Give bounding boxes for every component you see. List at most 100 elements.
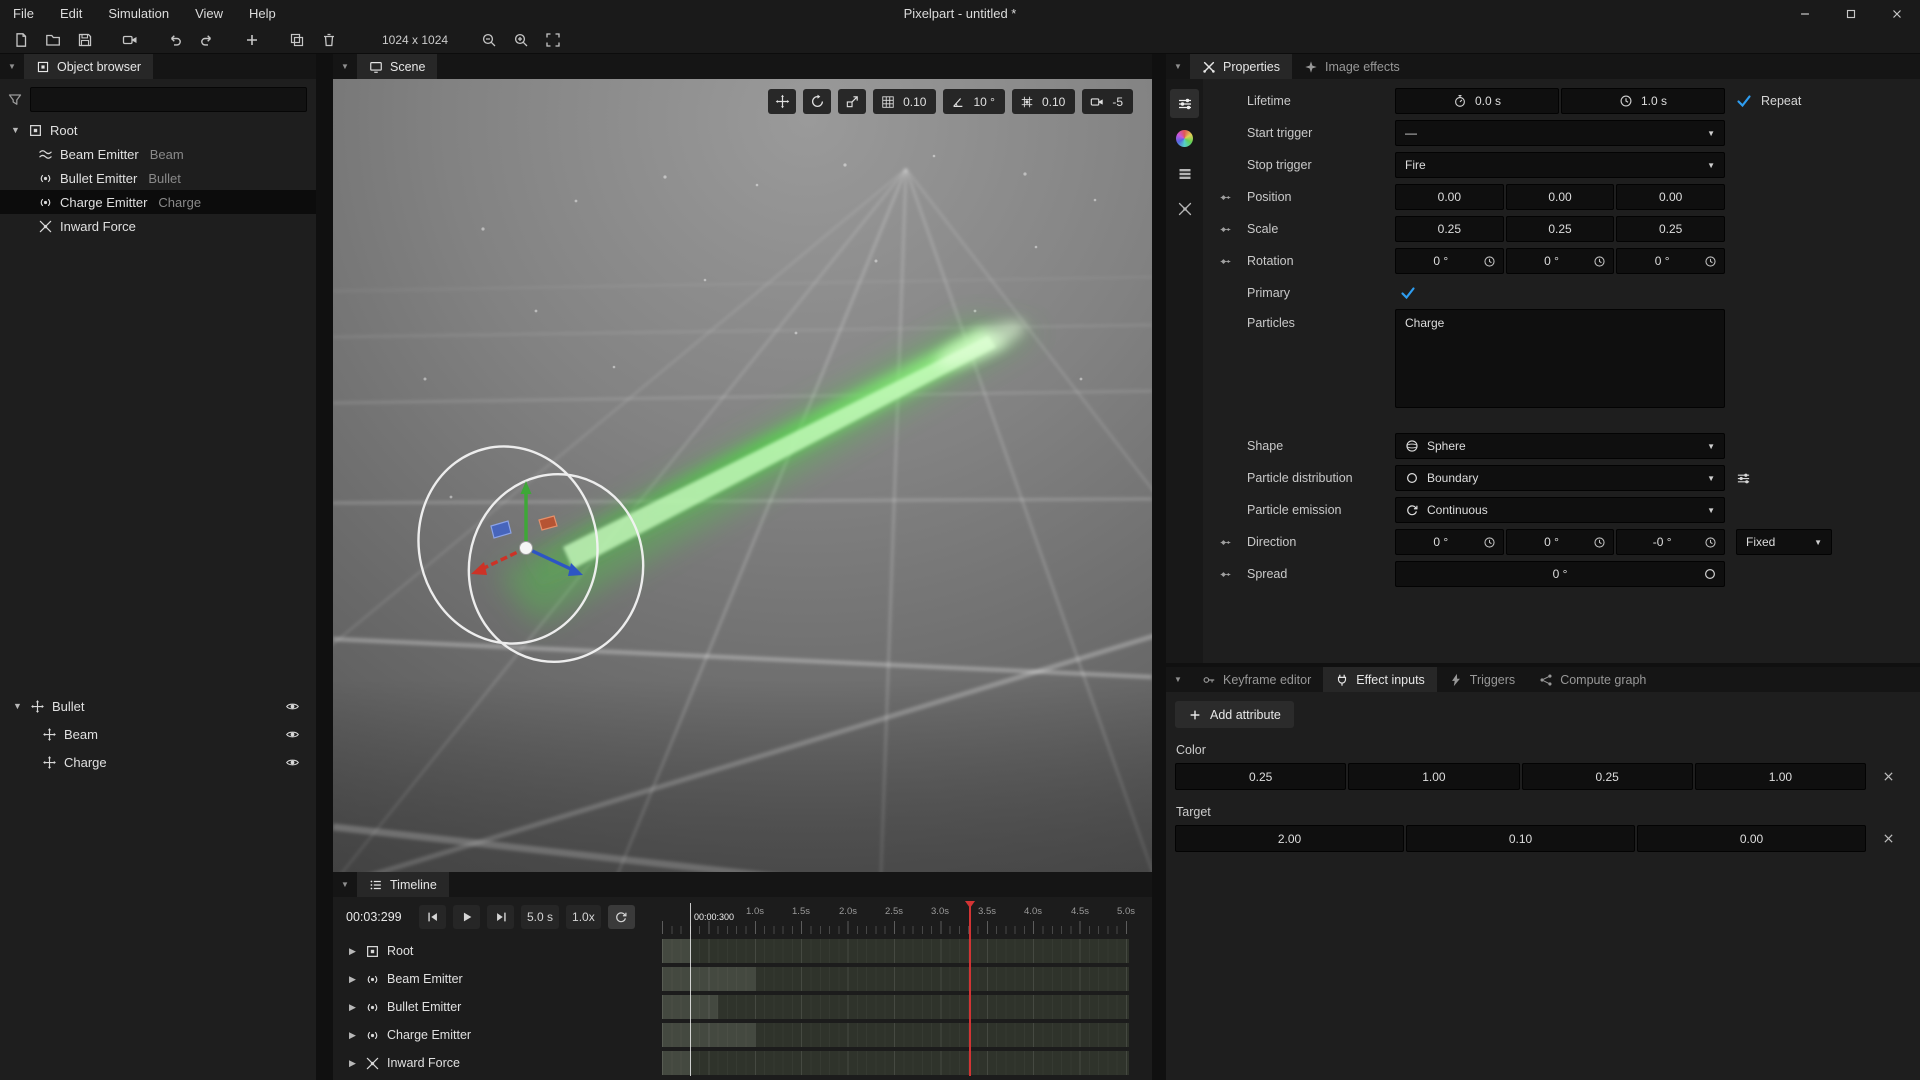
tab-object-browser[interactable]: Object browser bbox=[24, 54, 153, 79]
particles-listbox[interactable]: Charge bbox=[1395, 309, 1725, 408]
timeline-tracks-area[interactable]: 1.0s 1.5s 2.0s 2.5s 3.0s 3.5s 4.0s 4.5s … bbox=[662, 897, 1129, 1080]
tree-item-bullet-emitter[interactable]: Bullet Emitter Bullet bbox=[0, 166, 316, 190]
translation-snap-control[interactable]: 0.10 bbox=[1012, 89, 1075, 114]
tab-compute-graph[interactable]: Compute graph bbox=[1527, 667, 1658, 692]
loop-button[interactable] bbox=[608, 905, 635, 929]
clock-icon[interactable] bbox=[1593, 255, 1606, 268]
delete-button[interactable] bbox=[314, 28, 344, 53]
expander-icon[interactable]: ▶ bbox=[347, 1058, 358, 1069]
play-button[interactable] bbox=[453, 905, 480, 929]
camera-zoom-control[interactable]: -5 bbox=[1082, 89, 1133, 114]
clock-icon[interactable] bbox=[1483, 536, 1496, 549]
color-value-0-field[interactable]: 0.25 bbox=[1175, 763, 1346, 790]
expander-icon[interactable]: ▶ bbox=[347, 946, 358, 957]
type-item-beam[interactable]: Beam bbox=[0, 720, 316, 748]
color-value-1-field[interactable]: 1.00 bbox=[1348, 763, 1519, 790]
track-segment[interactable] bbox=[662, 967, 755, 991]
duplicate-button[interactable] bbox=[282, 28, 312, 53]
rotation-x-field[interactable]: 0 ° bbox=[1395, 248, 1504, 274]
timeline-row-charge-emitter[interactable]: ▶ Charge Emitter bbox=[333, 1021, 662, 1049]
type-item-charge[interactable]: Charge bbox=[0, 748, 316, 776]
track-root[interactable] bbox=[662, 939, 1129, 963]
clock-icon[interactable] bbox=[1593, 536, 1606, 549]
target-value-1-field[interactable]: 0.10 bbox=[1406, 825, 1635, 852]
menu-simulation[interactable]: Simulation bbox=[95, 0, 182, 27]
clock-icon[interactable] bbox=[1704, 255, 1717, 268]
object-filter-input[interactable] bbox=[30, 87, 307, 112]
panel-menu-icon[interactable]: ▼ bbox=[0, 54, 24, 79]
timeline-row-inward-force[interactable]: ▶ Inward Force bbox=[333, 1049, 662, 1077]
expander-icon[interactable]: ▼ bbox=[10, 125, 21, 135]
category-color-button[interactable] bbox=[1170, 124, 1199, 153]
tab-properties[interactable]: Properties bbox=[1190, 54, 1292, 79]
scale-tool-button[interactable] bbox=[838, 89, 866, 114]
emission-dropdown[interactable]: Continuous ▼ bbox=[1395, 497, 1725, 523]
visibility-eye-icon[interactable] bbox=[285, 727, 300, 742]
direction-y-field[interactable]: 0 ° bbox=[1506, 529, 1615, 555]
track-segment[interactable] bbox=[662, 1023, 755, 1047]
direction-mode-dropdown[interactable]: Fixed ▼ bbox=[1736, 529, 1832, 555]
tree-item-beam-emitter[interactable]: Beam Emitter Beam bbox=[0, 142, 316, 166]
lifetime-start-field[interactable]: 0.0 s bbox=[1395, 88, 1559, 114]
spread-field[interactable]: 0 ° bbox=[1395, 561, 1725, 587]
keyframe-icon[interactable] bbox=[1219, 223, 1232, 236]
add-attribute-button[interactable]: Add attribute bbox=[1175, 701, 1294, 728]
panel-menu-icon[interactable]: ▼ bbox=[333, 54, 357, 79]
repeat-checkbox[interactable] bbox=[1736, 93, 1752, 109]
ring-icon[interactable] bbox=[1703, 567, 1717, 581]
zoom-out-button[interactable] bbox=[474, 28, 504, 53]
expander-icon[interactable]: ▶ bbox=[347, 1002, 358, 1013]
rotate-tool-button[interactable] bbox=[803, 89, 831, 114]
track-segment[interactable] bbox=[662, 939, 690, 963]
tab-image-effects[interactable]: Image effects bbox=[1292, 54, 1412, 79]
keyframe-icon[interactable] bbox=[1219, 536, 1232, 549]
new-file-button[interactable] bbox=[6, 28, 36, 53]
rotation-snap-control[interactable]: 10 ° bbox=[943, 89, 1004, 114]
start-trigger-dropdown[interactable]: — ▼ bbox=[1395, 120, 1725, 146]
redo-button[interactable] bbox=[192, 28, 222, 53]
remove-target-attribute-button[interactable] bbox=[1873, 825, 1903, 852]
timeline-row-root[interactable]: ▶ Root bbox=[333, 937, 662, 965]
track-bullet-emitter[interactable] bbox=[662, 995, 1129, 1019]
grid-size-control[interactable]: 0.10 bbox=[873, 89, 936, 114]
add-object-button[interactable] bbox=[237, 28, 267, 53]
clock-icon[interactable] bbox=[1704, 536, 1717, 549]
scale-z-field[interactable]: 0.25 bbox=[1616, 216, 1725, 242]
undo-button[interactable] bbox=[160, 28, 190, 53]
remove-color-attribute-button[interactable] bbox=[1873, 763, 1903, 790]
panel-menu-icon[interactable]: ▼ bbox=[1166, 667, 1190, 692]
color-value-2-field[interactable]: 0.25 bbox=[1522, 763, 1693, 790]
tree-item-root[interactable]: ▼ Root bbox=[0, 118, 316, 142]
scene-viewport[interactable]: 0.10 10 ° 0.10 -5 bbox=[333, 79, 1152, 872]
clock-icon[interactable] bbox=[1483, 255, 1496, 268]
open-file-button[interactable] bbox=[38, 28, 68, 53]
menu-edit[interactable]: Edit bbox=[47, 0, 95, 27]
speed-button[interactable]: 1.0x bbox=[566, 905, 601, 929]
move-tool-button[interactable] bbox=[768, 89, 796, 114]
track-charge-emitter[interactable] bbox=[662, 1023, 1129, 1047]
tab-timeline[interactable]: Timeline bbox=[357, 872, 449, 897]
position-z-field[interactable]: 0.00 bbox=[1616, 184, 1725, 210]
skip-start-button[interactable] bbox=[419, 905, 446, 929]
menu-view[interactable]: View bbox=[182, 0, 236, 27]
keyframe-icon[interactable] bbox=[1219, 191, 1232, 204]
position-x-field[interactable]: 0.00 bbox=[1395, 184, 1504, 210]
skip-end-button[interactable] bbox=[487, 905, 514, 929]
position-y-field[interactable]: 0.00 bbox=[1506, 184, 1615, 210]
zoom-fit-button[interactable] bbox=[538, 28, 568, 53]
lifetime-duration-field[interactable]: 1.0 s bbox=[1561, 88, 1725, 114]
target-value-0-field[interactable]: 2.00 bbox=[1175, 825, 1404, 852]
keyframe-icon[interactable] bbox=[1219, 255, 1232, 268]
visibility-eye-icon[interactable] bbox=[285, 755, 300, 770]
tab-effect-inputs[interactable]: Effect inputs bbox=[1323, 667, 1437, 692]
type-item-bullet[interactable]: ▼ Bullet bbox=[0, 692, 316, 720]
save-file-button[interactable] bbox=[70, 28, 100, 53]
timeline-row-bullet-emitter[interactable]: ▶ Bullet Emitter bbox=[333, 993, 662, 1021]
expander-icon[interactable]: ▼ bbox=[12, 701, 23, 711]
primary-checkbox[interactable] bbox=[1400, 285, 1416, 301]
scale-y-field[interactable]: 0.25 bbox=[1506, 216, 1615, 242]
panel-menu-icon[interactable]: ▼ bbox=[333, 872, 357, 897]
visibility-eye-icon[interactable] bbox=[285, 699, 300, 714]
panel-menu-icon[interactable]: ▼ bbox=[1166, 54, 1190, 79]
scale-x-field[interactable]: 0.25 bbox=[1395, 216, 1504, 242]
